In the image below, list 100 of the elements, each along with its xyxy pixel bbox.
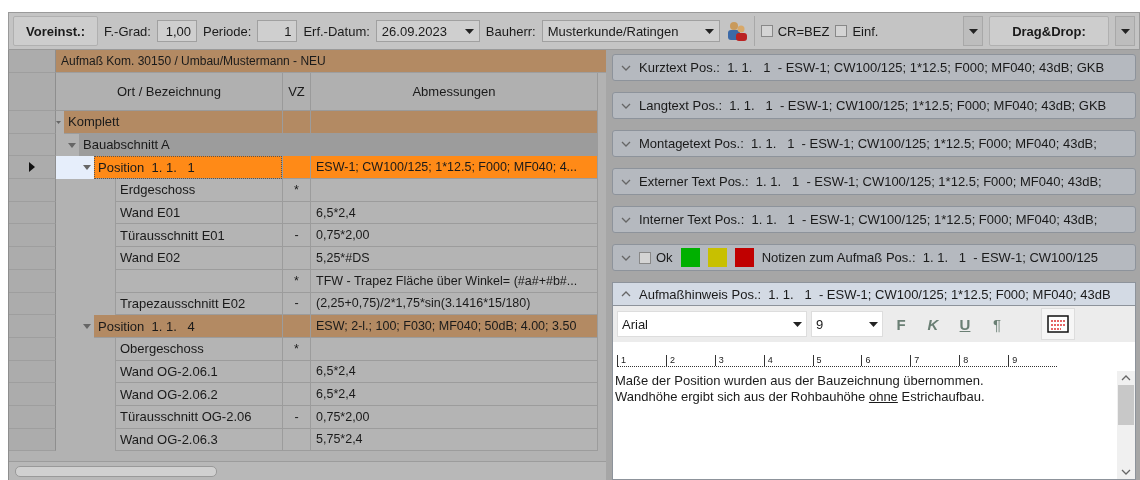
- client-dropdown[interactable]: Musterkunde/Ratingen: [541, 20, 720, 42]
- panel-header[interactable]: Montagetext Pos.: 1. 1. 1 - ESW-1; CW100/125; 1*12.5; F000; MF040; 43dB;: [612, 130, 1136, 157]
- tree-cell[interactable]: Wand OG-2.06.1: [115, 360, 282, 384]
- panel-header[interactable]: Externer Text Pos.: 1. 1. 1 - ESW-1; CW100/125; 1*12.5; F000; MF040; 43dB;: [612, 168, 1136, 195]
- table-cell: (2,25+0,75)/2*1,75*sin(3.1416*15/180): [311, 292, 598, 316]
- scroll-up-icon[interactable]: [1121, 375, 1131, 381]
- dropdown-button[interactable]: [963, 16, 983, 46]
- ruler-number: 3: [714, 355, 764, 366]
- table-icon: [1047, 315, 1069, 333]
- panel-title: Aufmaßhinweis Pos.: 1. 1. 1 - ESW-1; CW100/125; 1*12.5; F000; MF040; 43dB: [639, 286, 1111, 302]
- layout-button[interactable]: [1041, 308, 1075, 340]
- table-cell: 6,5*2,4: [311, 383, 598, 406]
- format-button[interactable]: F: [887, 311, 915, 337]
- dropdown-button[interactable]: [1115, 16, 1135, 46]
- collapse-caret-icon[interactable]: [68, 142, 76, 148]
- status-swatch[interactable]: [734, 248, 754, 267]
- table-cell: [283, 111, 311, 134]
- checkbox[interactable]: CR=BEZ: [760, 23, 830, 39]
- column-header[interactable]: Ort / Bezeichnung: [56, 73, 283, 111]
- status-swatch[interactable]: [680, 248, 700, 267]
- tree-cell[interactable]: Bauabschnitt A: [79, 133, 282, 157]
- note-text-area[interactable]: Maße der Position wurden aus der Bauzeichnung übernommen. Wandhöhe ergibt sich aus der Rohbauhöhe ohne Estrichaufbau.: [613, 371, 1117, 479]
- panel-title: Notizen zum Aufmaß Pos.: 1. 1. 1 - ESW-1; CW100/125: [761, 250, 1099, 265]
- panel-title: Langtext Pos.: 1. 1. 1 - ESW-1; CW100/125; 1*12.5; F000; MF040; 43dB; GKB: [639, 98, 1107, 113]
- panel-header[interactable]: Interner Text Pos.: 1. 1. 1 - ESW-1; CW100/125; 1*12.5; F000; MF040; 43dB;: [612, 206, 1136, 233]
- ruler-number: 8: [959, 355, 1009, 366]
- font-dropdown[interactable]: Arial: [617, 311, 807, 337]
- dropdown-arrow-icon: [968, 28, 978, 34]
- tree-cell[interactable]: [115, 269, 282, 293]
- dragdrop-button[interactable]: Drag&Drop:: [989, 16, 1109, 46]
- dropdown-arrow-icon: [869, 321, 878, 327]
- table-cell: [283, 247, 311, 270]
- panel-title: Externer Text Pos.: 1. 1. 1 - ESW-1; CW100/125; 1*12.5; F000; MF040; 43dB;: [639, 174, 1102, 189]
- panel-header[interactable]: Aufmaßhinweis Pos.: 1. 1. 1 - ESW-1; CW100/125; 1*12.5; F000; MF040; 43dB: [612, 282, 1136, 306]
- tree-cell[interactable]: Erdgeschoss: [115, 179, 282, 202]
- table-cell: -: [283, 405, 311, 429]
- dropdown-arrow-icon: [793, 321, 802, 327]
- table-cell: 0,75*2,00: [311, 405, 598, 429]
- table-cell: ESW-1; CW100/125; 1*12.5; F000; MF040; 4...: [311, 156, 598, 180]
- collapse-caret-icon[interactable]: [83, 165, 91, 171]
- panel-header[interactable]: Ok Notizen zum Aufmaß Pos.: 1. 1. 1 - ESW-1; CW100/125: [612, 244, 1136, 271]
- tree-cell[interactable]: Position 1. 1. 1: [94, 156, 282, 180]
- status-swatch[interactable]: [707, 248, 727, 267]
- tree-cell[interactable]: Wand OG-2.06.3: [115, 428, 282, 452]
- table-cell: 0,75*2,00: [311, 224, 598, 248]
- client-label: Bauherr:: [485, 23, 536, 39]
- vertical-scrollbar[interactable]: [1117, 371, 1135, 479]
- period-label: Periode:: [202, 23, 252, 39]
- tree-cell[interactable]: Trapezausschnitt E02: [115, 292, 282, 316]
- size-dropdown[interactable]: 9: [811, 311, 883, 337]
- row-header[interactable]: [9, 156, 56, 180]
- tree-cell[interactable]: Wand E02: [115, 247, 282, 270]
- scroll-down-icon[interactable]: [1121, 469, 1131, 475]
- table-cell: 5,25*#DS: [311, 247, 598, 270]
- table-cell: 6,5*2,4: [311, 360, 598, 384]
- expand-chevron-icon[interactable]: [621, 254, 631, 261]
- ok-checkbox[interactable]: Ok: [639, 250, 673, 265]
- table-cell: [283, 156, 311, 180]
- collapse-caret-icon[interactable]: [83, 324, 91, 330]
- date-label: Erf.-Datum:: [303, 23, 370, 39]
- ruler-number: 2: [665, 355, 715, 366]
- expand-chevron-icon[interactable]: [621, 64, 631, 71]
- column-header[interactable]: VZ: [283, 73, 311, 111]
- table-cell: *: [283, 179, 311, 202]
- dropdown-arrow-icon: [464, 28, 474, 34]
- period-field[interactable]: 1: [257, 20, 298, 42]
- collapse-chevron-icon[interactable]: [621, 291, 631, 297]
- expand-chevron-icon[interactable]: [621, 178, 631, 185]
- ruler-number: 7: [910, 355, 960, 366]
- ruler-number: 9: [1008, 355, 1057, 366]
- expand-chevron-icon[interactable]: [621, 102, 631, 109]
- people-icon[interactable]: [725, 21, 748, 41]
- grade-label: F.-Grad:: [104, 23, 151, 39]
- table-cell: -: [283, 292, 311, 316]
- tree-cell[interactable]: Türausschnitt OG-2.06: [115, 405, 282, 429]
- tree-cell[interactable]: Position 1. 1. 4: [94, 315, 282, 338]
- panel-title: Montagetext Pos.: 1. 1. 1 - ESW-1; CW100/125; 1*12.5; F000; MF040; 43dB;: [639, 136, 1097, 151]
- preset-button[interactable]: Voreinst.:: [13, 16, 98, 46]
- dropdown-arrow-icon: [704, 28, 714, 34]
- horizontal-scrollbar[interactable]: [9, 461, 606, 480]
- tree-cell[interactable]: Komplett: [64, 111, 282, 134]
- checkbox[interactable]: Einf.: [835, 23, 879, 39]
- expand-chevron-icon[interactable]: [621, 140, 631, 147]
- tree-cell[interactable]: Obergeschoss: [115, 337, 282, 361]
- tree-cell[interactable]: Wand OG-2.06.2: [115, 383, 282, 406]
- format-button[interactable]: U: [951, 311, 979, 337]
- format-button[interactable]: K: [919, 311, 947, 337]
- column-header[interactable]: Abmessungen: [311, 73, 598, 111]
- table-cell: *: [283, 337, 311, 361]
- date-dropdown[interactable]: 26.09.2023: [375, 20, 480, 42]
- tree-cell[interactable]: Türausschnitt E01: [115, 224, 282, 248]
- format-button[interactable]: ¶: [983, 311, 1011, 337]
- panel-header[interactable]: Kurztext Pos.: 1. 1. 1 - ESW-1; CW100/125; 1*12.5; F000; MF040; 43dB; GKB: [612, 54, 1136, 81]
- tree-cell[interactable]: Wand E01: [115, 201, 282, 225]
- expand-chevron-icon[interactable]: [621, 216, 631, 223]
- table-cell: 6,5*2,4: [311, 201, 598, 225]
- table-cell: [283, 201, 311, 225]
- grade-field[interactable]: 1,00: [156, 20, 197, 42]
- panel-header[interactable]: Langtext Pos.: 1. 1. 1 - ESW-1; CW100/125; 1*12.5; F000; MF040; 43dB; GKB: [612, 92, 1136, 119]
- grid-title: Aufmaß Kom. 30150 / Umbau/Mustermann - NEU: [56, 50, 606, 73]
